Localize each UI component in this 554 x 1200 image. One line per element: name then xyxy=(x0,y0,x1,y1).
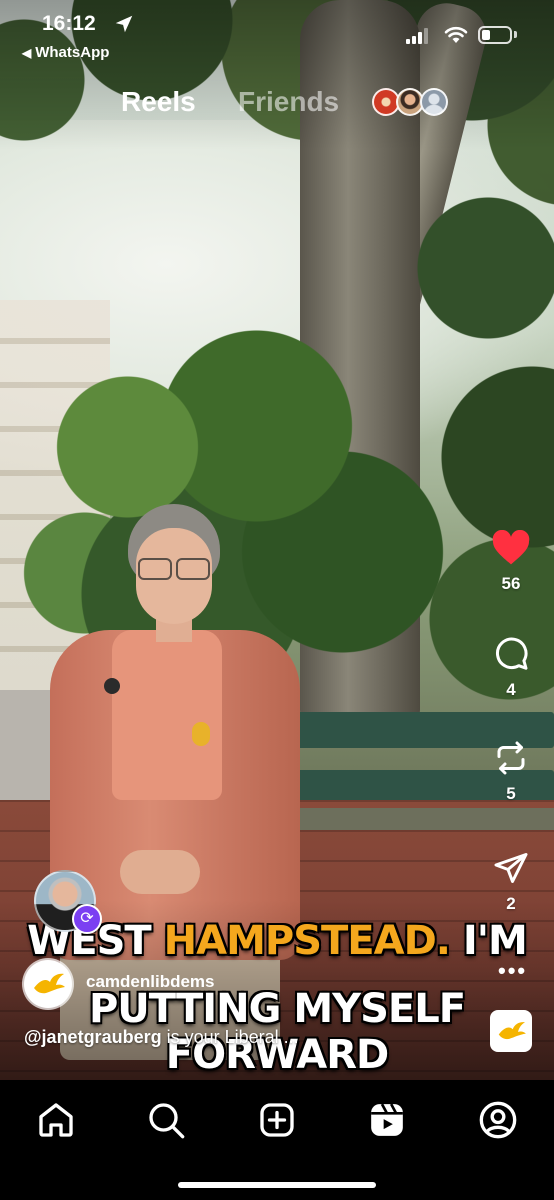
person-badge xyxy=(192,722,210,746)
wifi-icon xyxy=(444,26,468,43)
comment-count: 4 xyxy=(506,680,516,699)
create-icon[interactable] xyxy=(257,1100,297,1140)
tab-reels[interactable]: Reels xyxy=(121,86,196,118)
send-icon xyxy=(494,853,528,883)
repost-count: 5 xyxy=(506,784,516,803)
libdem-bird-logo xyxy=(34,973,65,994)
caption-text: is your Liberal ... xyxy=(161,1027,299,1047)
tab-friends[interactable]: Friends xyxy=(238,86,339,118)
battery-cap xyxy=(514,31,517,38)
person-microphone xyxy=(104,678,120,694)
friends-avatars[interactable] xyxy=(372,88,452,118)
person-shirt xyxy=(112,630,222,800)
author-avatar[interactable] xyxy=(24,960,72,1008)
video-foliage xyxy=(400,160,554,700)
home-indicator[interactable] xyxy=(178,1182,376,1188)
person-glasses xyxy=(138,558,210,580)
battery-level xyxy=(482,30,490,40)
caption-mention[interactable]: @janetgrauberg xyxy=(24,1027,162,1047)
back-to-app-link[interactable]: ◀ WhatsApp xyxy=(22,44,109,61)
like-count: 56 xyxy=(501,574,521,593)
location-arrow-icon xyxy=(115,15,133,33)
home-icon[interactable] xyxy=(36,1100,76,1140)
comment-icon xyxy=(496,637,528,670)
like-button[interactable]: 56 xyxy=(486,530,536,594)
person-hands xyxy=(120,850,200,894)
post-caption[interactable]: @janetgrauberg is your Liberal ... xyxy=(24,1027,299,1048)
repost-button[interactable]: 5 xyxy=(486,740,536,804)
reels-icon[interactable] xyxy=(367,1100,407,1140)
author-username[interactable]: camdenlibdems xyxy=(86,972,215,992)
share-button[interactable]: 2 xyxy=(486,850,536,914)
heart-icon xyxy=(492,530,530,565)
cellular-signal-icon xyxy=(406,28,428,44)
caption-word: I'M xyxy=(462,918,528,964)
friend-avatar xyxy=(420,88,448,116)
remix-icon: ⟳ xyxy=(72,904,102,934)
audio-thumbnail[interactable] xyxy=(490,1010,532,1052)
back-app-label: WhatsApp xyxy=(35,44,110,61)
back-triangle-icon: ◀ xyxy=(22,46,32,60)
comment-button[interactable]: 4 xyxy=(486,636,536,700)
search-icon[interactable] xyxy=(146,1100,186,1140)
libdem-bird-logo xyxy=(498,1022,526,1040)
repost-icon xyxy=(497,741,525,775)
status-time: 16:12 xyxy=(42,12,96,35)
battery-icon xyxy=(478,26,512,44)
caption-highlight: HAMPSTEAD. xyxy=(163,918,451,964)
profile-icon[interactable] xyxy=(478,1100,518,1140)
reels-screen: 16:12 ◀ WhatsApp Reels Friends 56 4 5 2 … xyxy=(0,0,554,1200)
share-count: 2 xyxy=(506,894,516,913)
